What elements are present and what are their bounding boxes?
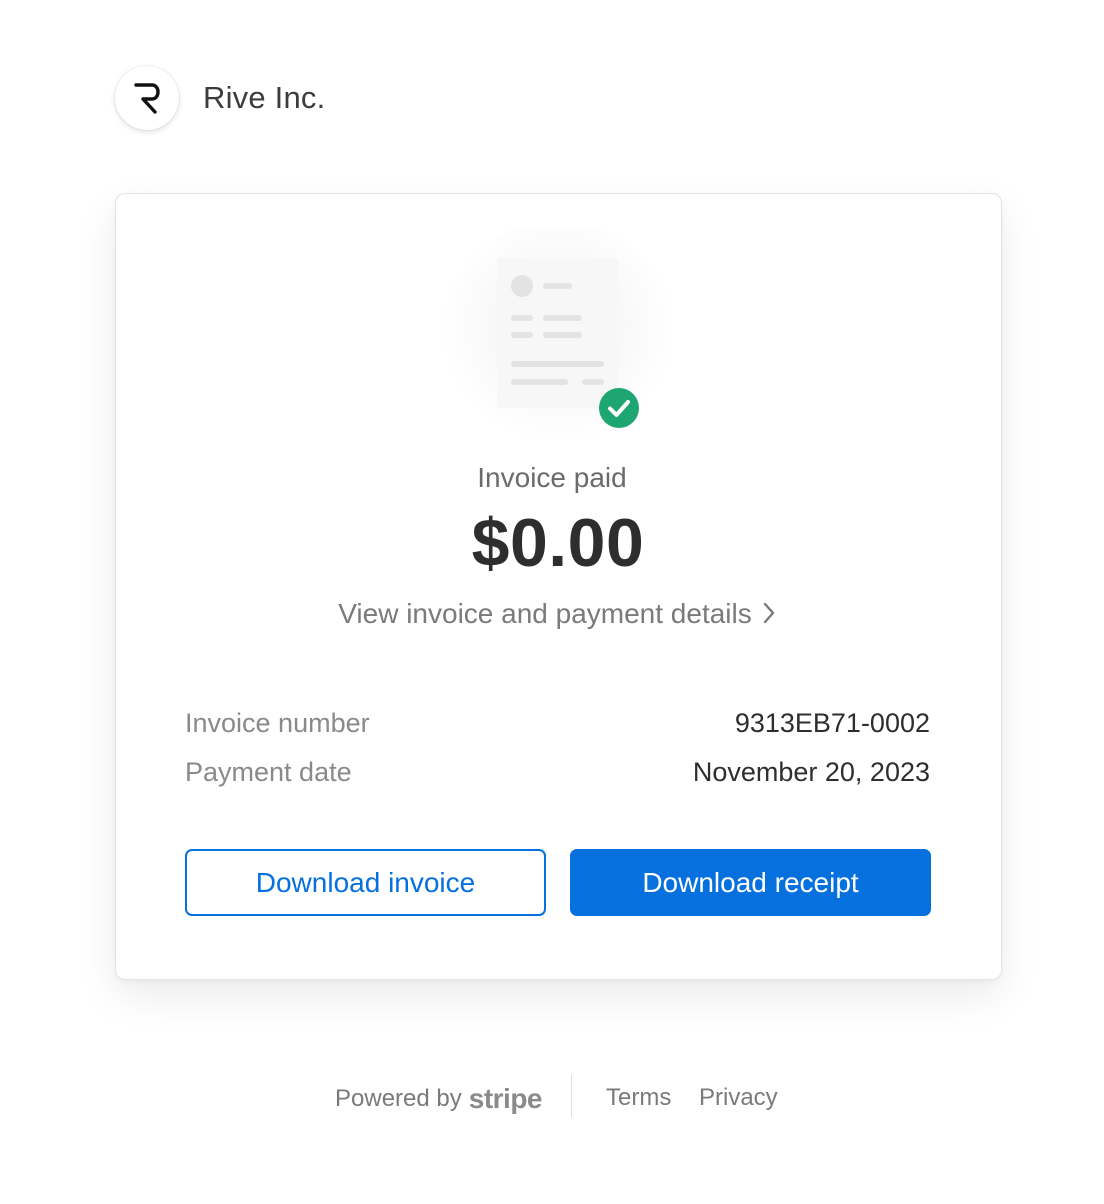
stripe-logo-icon: stripe xyxy=(468,1083,543,1114)
invoice-number-value: 9313EB71-0002 xyxy=(734,708,930,738)
invoice-document-icon xyxy=(430,220,676,468)
payment-date-label: Payment date xyxy=(185,757,352,787)
invoice-amount: $0.00 xyxy=(471,505,645,581)
privacy-link[interactable]: Privacy xyxy=(699,1084,778,1112)
powered-by-label: Powered by xyxy=(335,1085,462,1112)
terms-link[interactable]: Terms xyxy=(606,1084,671,1112)
invoice-number-label: Invoice number xyxy=(185,708,370,738)
powered-by[interactable]: Powered by stripe xyxy=(335,1083,543,1115)
footer-divider xyxy=(571,1075,572,1117)
download-receipt-button[interactable]: Download receipt xyxy=(570,849,931,916)
payment-date-row: Payment date November 20, 2023 xyxy=(185,757,930,788)
payment-date-value: November 20, 2023 xyxy=(692,757,930,787)
merchant-header: Rive Inc. xyxy=(115,66,325,130)
view-details-link[interactable]: View invoice and payment details xyxy=(0,598,1104,632)
merchant-name: Rive Inc. xyxy=(203,80,326,115)
footer: Powered by stripe Terms Privacy xyxy=(0,1075,1104,1117)
check-circle-icon xyxy=(598,387,640,429)
chevron-right-icon xyxy=(762,600,776,632)
invoice-page: Rive Inc. Invoice paid $0.00 View invoic… xyxy=(0,0,1104,1204)
download-invoice-button[interactable]: Download invoice xyxy=(185,849,546,916)
view-details-label: View invoice and payment details xyxy=(338,598,752,629)
invoice-number-row: Invoice number 9313EB71-0002 xyxy=(185,708,930,739)
status-title: Invoice paid xyxy=(477,462,627,493)
rive-r-logo-icon xyxy=(115,66,179,130)
